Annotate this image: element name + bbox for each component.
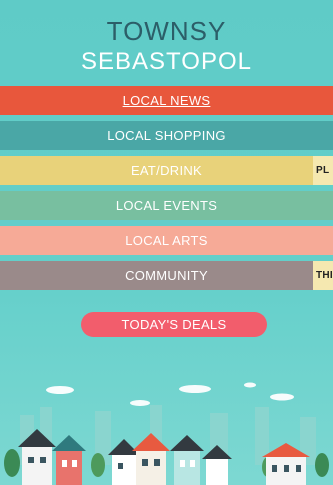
house-icon xyxy=(170,435,204,485)
menu-item-local-shopping[interactable]: LOCAL SHOPPING xyxy=(0,121,333,150)
cloud-icon xyxy=(130,400,150,406)
menu-item-community[interactable]: COMMUNITY THI xyxy=(0,261,333,290)
menu-item-local-events[interactable]: LOCAL EVENTS xyxy=(0,191,333,220)
menu-item-label: EAT/DRINK xyxy=(130,163,203,178)
menu-item-label: LOCAL NEWS xyxy=(122,93,211,108)
menu-item-local-arts[interactable]: LOCAL ARTS xyxy=(0,226,333,255)
menu-item-label: LOCAL ARTS xyxy=(125,233,208,248)
cloud-icon xyxy=(46,386,74,394)
todays-deals-button[interactable]: TODAY'S DEALS xyxy=(81,312,267,337)
menu-item-local-news[interactable]: LOCAL NEWS xyxy=(0,86,333,115)
cloud-icon xyxy=(270,393,294,401)
town-illustration xyxy=(4,382,329,485)
edge-tag-eat-drink[interactable]: PL xyxy=(313,156,333,185)
menu-item-eat-drink[interactable]: EAT/DRINK PL xyxy=(0,156,333,185)
cloud-icon xyxy=(244,382,256,388)
house-icon xyxy=(132,433,170,485)
brand-title-line1: TOWNSY xyxy=(106,16,227,46)
house-icon xyxy=(108,439,140,485)
house-icon xyxy=(52,435,86,485)
menu-item-label: COMMUNITY xyxy=(125,268,208,283)
cloud-icon xyxy=(179,385,211,393)
menu-item-label: LOCAL SHOPPING xyxy=(107,128,226,143)
menu-item-label: LOCAL EVENTS xyxy=(115,198,218,213)
brand-title-line2: SEBASTOPOL xyxy=(81,48,252,75)
edge-tag-community[interactable]: THI xyxy=(313,261,333,290)
